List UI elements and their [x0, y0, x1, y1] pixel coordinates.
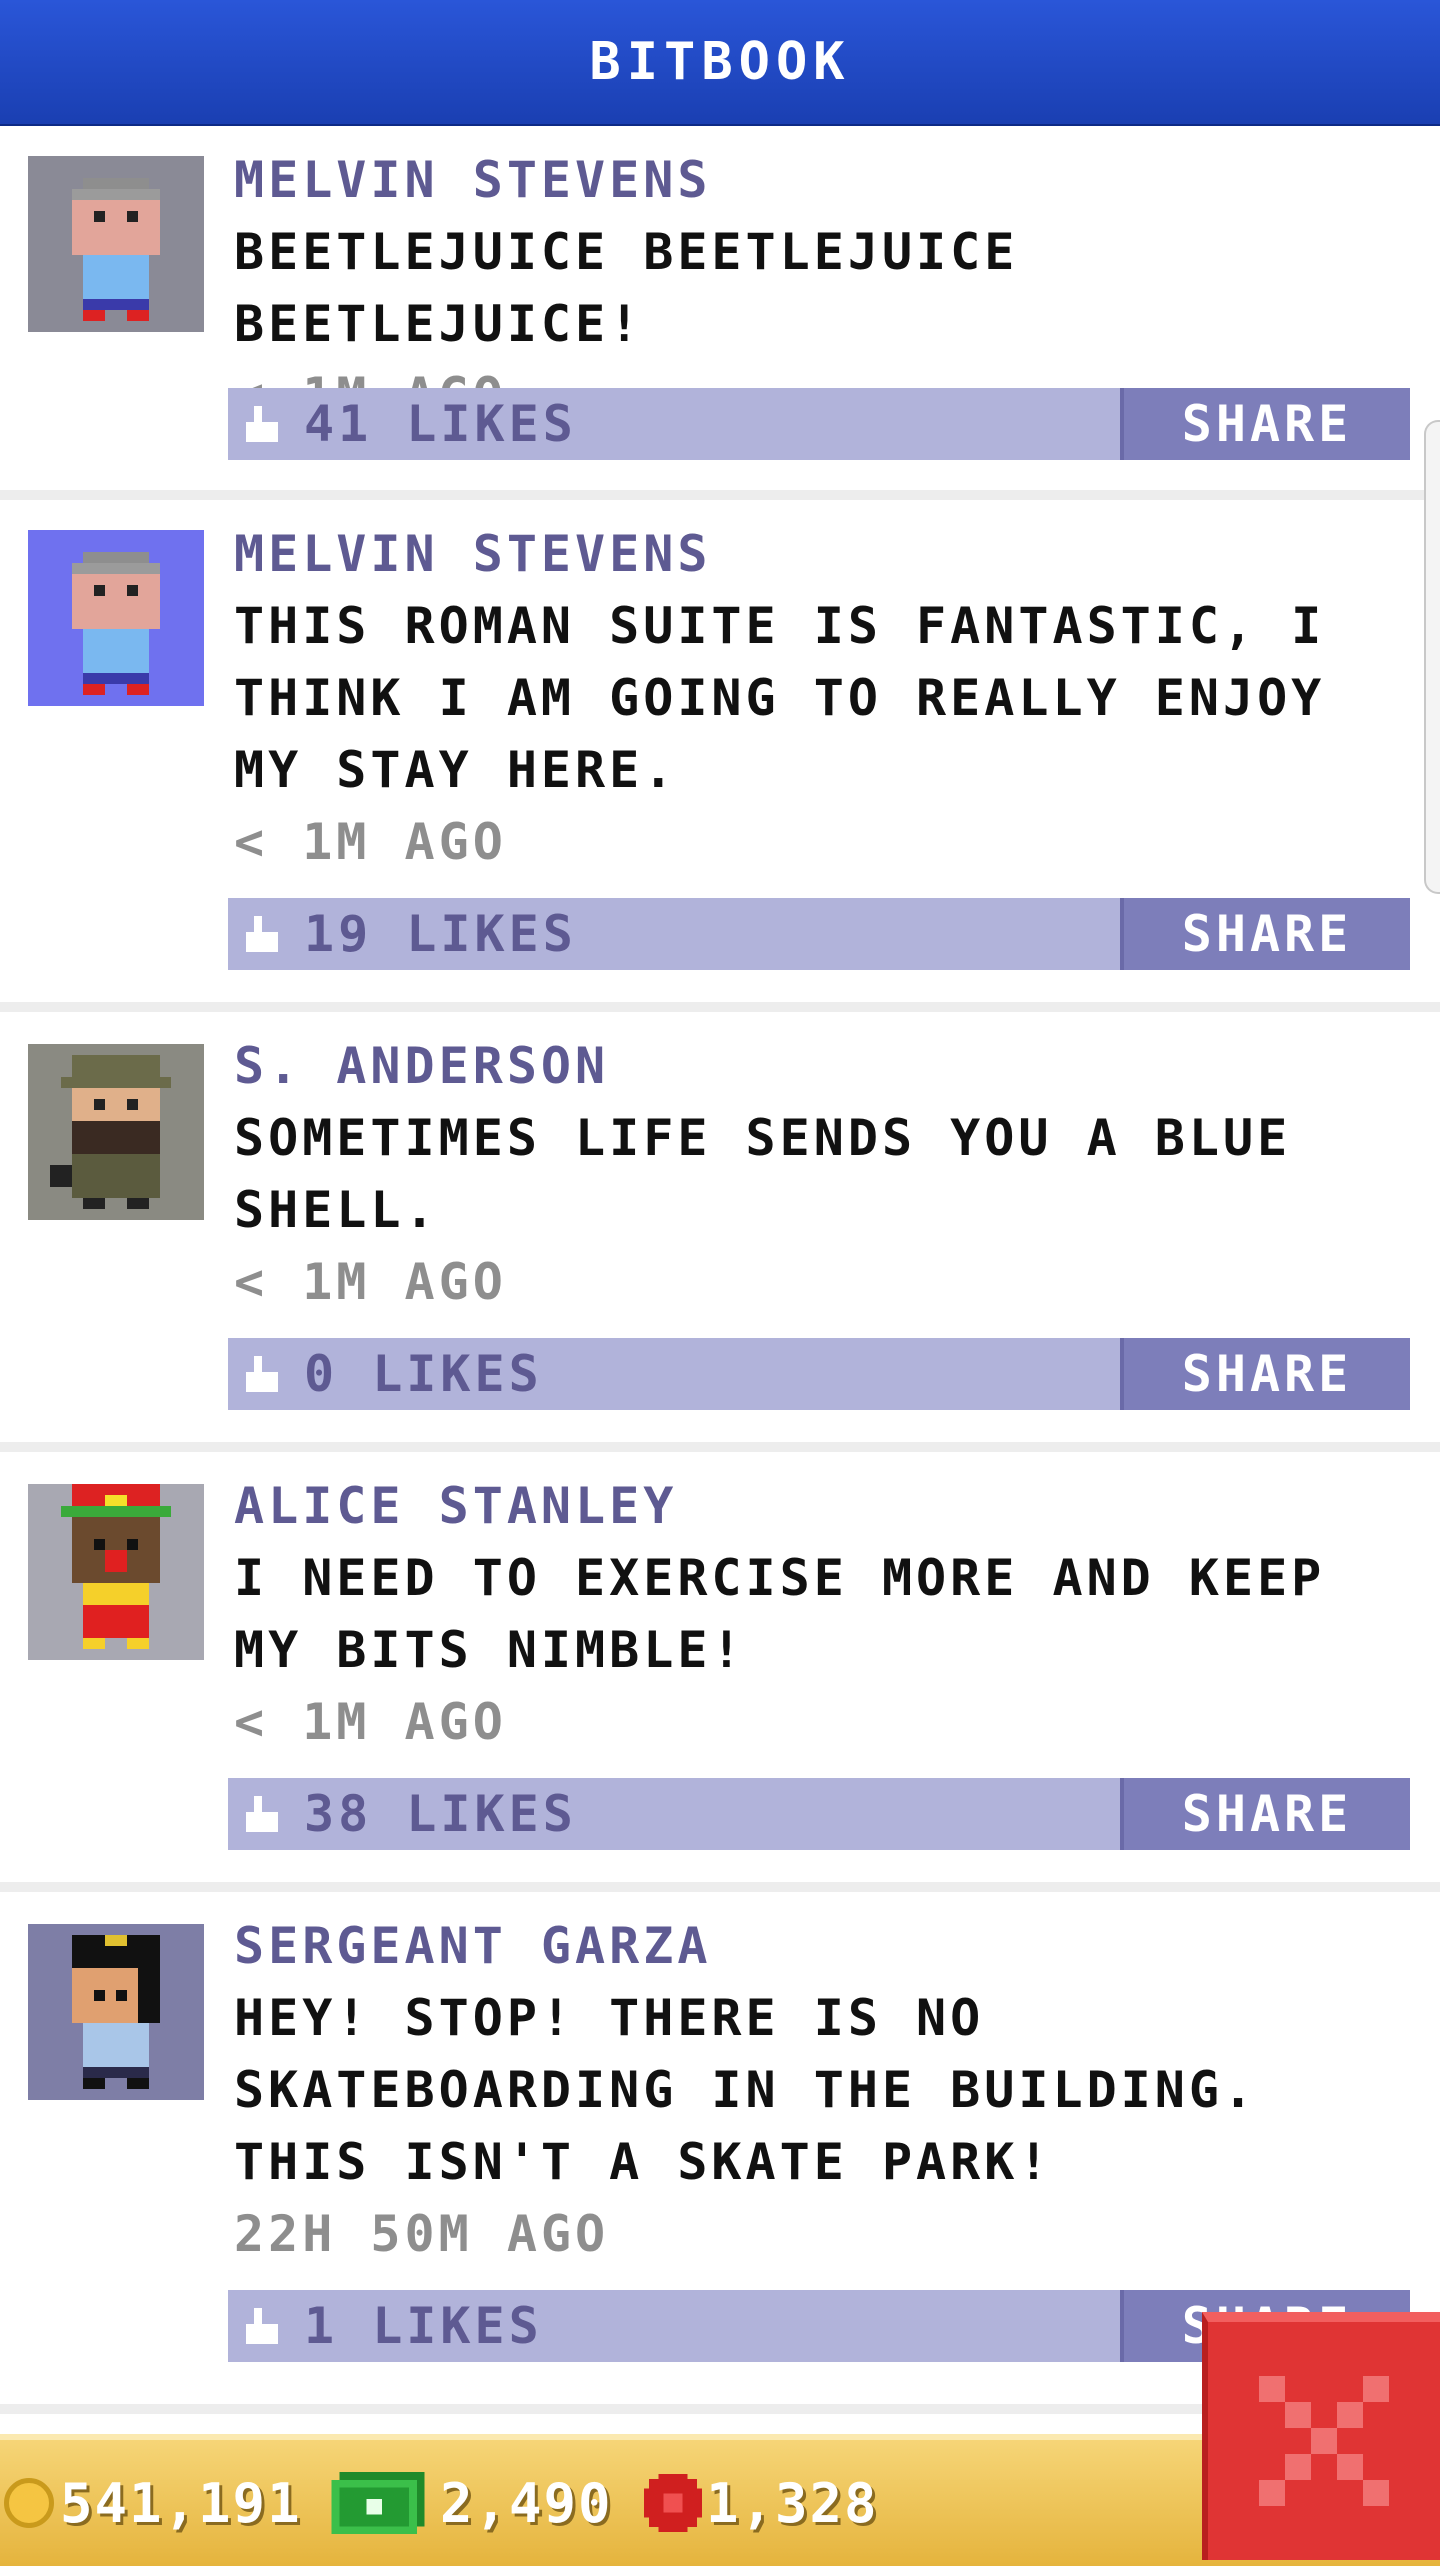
post-message: BEETLEJUICE BEETLEJUICE BEETLEJUICE! [234, 223, 1019, 353]
close-button[interactable] [1202, 2312, 1440, 2560]
avatar[interactable] [28, 1924, 204, 2100]
post-item: S. ANDERSON SOMETIMES LIFE SENDS YOU A B… [0, 1012, 1440, 1452]
points-value: 1,328 [706, 2471, 879, 2535]
post-message: I NEED TO EXERCISE MORE AND KEEP MY BITS… [234, 1549, 1326, 1679]
post-item: MELVIN STEVENS THIS ROMAN SUITE IS FANTA… [0, 500, 1440, 1012]
post-author[interactable]: SERGEANT GARZA [234, 1910, 1410, 1982]
post-feed[interactable]: MELVIN STEVENS BEETLEJUICE BEETLEJUICE B… [0, 124, 1440, 2474]
thumbs-up-icon [246, 406, 278, 442]
like-count: 0 LIKES [304, 1345, 543, 1403]
post-author[interactable]: MELVIN STEVENS [234, 518, 1410, 590]
post-timestamp: < 1M AGO [234, 813, 507, 871]
post-author[interactable]: MELVIN STEVENS [234, 144, 1410, 216]
like-bar[interactable]: 41 LIKES SHARE [228, 388, 1410, 460]
thumbs-up-icon [246, 1356, 278, 1392]
post-message: SOMETIMES LIFE SENDS YOU A BLUE SHELL. [234, 1109, 1292, 1239]
scrollbar-thumb[interactable] [1424, 420, 1440, 894]
post-author[interactable]: ALICE STANLEY [234, 1470, 1410, 1542]
like-bar[interactable]: 0 LIKES SHARE [228, 1338, 1410, 1410]
points-stat: 1,328 [644, 2440, 879, 2566]
coins-stat: 541,191 [4, 2440, 302, 2566]
post-item: MELVIN STEVENS BEETLEJUICE BEETLEJUICE B… [0, 124, 1440, 500]
post-timestamp: < 1M AGO [234, 1253, 507, 1311]
thumbs-up-icon [246, 1796, 278, 1832]
avatar[interactable] [28, 156, 204, 332]
share-button[interactable]: SHARE [1120, 1338, 1410, 1410]
cash-icon [331, 2472, 425, 2534]
share-button[interactable]: SHARE [1120, 1778, 1410, 1850]
post-item: ALICE STANLEY I NEED TO EXERCISE MORE AN… [0, 1452, 1440, 1892]
thumbs-up-icon [246, 916, 278, 952]
coins-value: 541,191 [60, 2471, 302, 2535]
post-message: THIS ROMAN SUITE IS FANTASTIC, I THINK I… [234, 597, 1326, 799]
like-count: 41 LIKES [304, 395, 577, 453]
avatar[interactable] [28, 1044, 204, 1220]
like-bar[interactable]: 38 LIKES SHARE [228, 1778, 1410, 1850]
close-icon [1259, 2376, 1389, 2506]
app-title: BITBOOK [589, 32, 851, 92]
share-button[interactable]: SHARE [1120, 388, 1410, 460]
like-count: 1 LIKES [304, 2297, 543, 2355]
post-message: HEY! STOP! THERE IS NO SKATEBOARDING IN … [234, 1989, 1258, 2191]
thumbs-up-icon [246, 2308, 278, 2344]
bux-stat: 2,490 [330, 2440, 613, 2566]
avatar[interactable] [28, 1484, 204, 1660]
like-count: 38 LIKES [304, 1785, 577, 1843]
avatar[interactable] [28, 530, 204, 706]
like-count: 19 LIKES [304, 905, 577, 963]
like-bar[interactable]: 19 LIKES SHARE [228, 898, 1410, 970]
bux-value: 2,490 [440, 2471, 613, 2535]
bux-icon [644, 2474, 702, 2532]
post-timestamp: < 1M AGO [234, 1693, 507, 1751]
post-author[interactable]: S. ANDERSON [234, 1030, 1410, 1102]
app-header: BITBOOK [0, 0, 1440, 126]
share-button[interactable]: SHARE [1120, 898, 1410, 970]
coin-icon [4, 2478, 54, 2528]
post-timestamp: 22H 50M AGO [234, 2205, 610, 2263]
